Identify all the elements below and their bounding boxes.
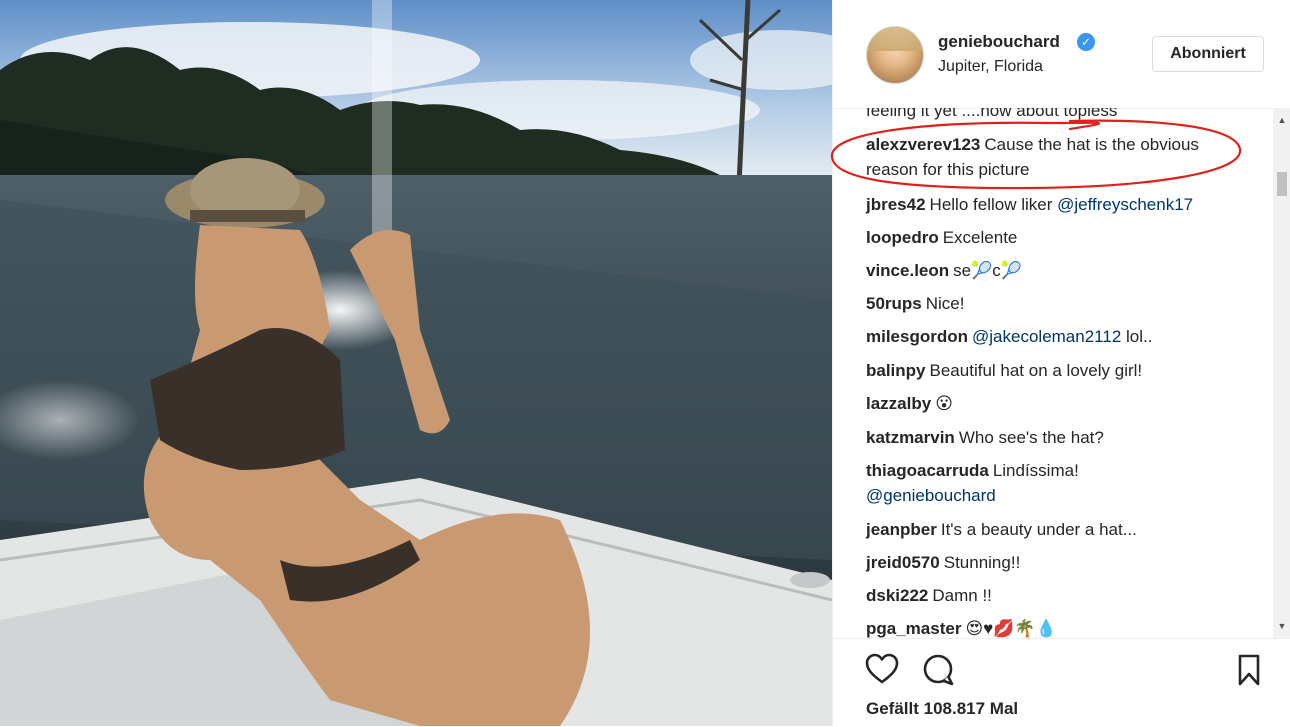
likes-count[interactable]: Gefällt 108.817 Mal — [866, 699, 1018, 719]
comment-item: jreid0570 Stunning!! — [866, 550, 1246, 575]
scroll-thumb[interactable] — [1277, 172, 1287, 196]
comment-text: Lindíssima! — [992, 461, 1079, 480]
username-link[interactable]: geniebouchard — [938, 32, 1060, 52]
comment-username[interactable]: dski222 — [866, 586, 928, 605]
comment-item: thiagoacarruda Lindíssima! @geniebouchard — [866, 458, 1246, 508]
comment-item: vince.leon se🎾c🎾 — [866, 258, 1246, 283]
verified-badge-icon: ✓ — [1077, 33, 1095, 51]
comment-item: dski222 Damn !! — [866, 583, 1246, 608]
comment-item: pga_master 😍♥💋🌴💧 — [866, 616, 1246, 638]
comment-text: Hello fellow liker — [929, 195, 1058, 214]
comment-mention[interactable]: @jeffreyschenk17 — [1057, 195, 1193, 214]
scroll-down-arrow-icon[interactable]: ▼ — [1273, 618, 1290, 634]
comment-item: balinpy Beautiful hat on a lovely girl! — [866, 358, 1246, 383]
comment-text: lol.. — [1121, 327, 1153, 346]
comment-text: Excelente — [942, 228, 1018, 247]
comment-text: Nice! — [925, 294, 965, 313]
post-header: geniebouchard ✓ Jupiter, Florida Abonnie… — [833, 0, 1290, 109]
comment-username[interactable]: jreid0570 — [866, 553, 940, 572]
comment-text: Damn !! — [932, 586, 992, 605]
comment-text: Beautiful hat on a lovely girl! — [929, 361, 1143, 380]
location-link[interactable]: Jupiter, Florida — [938, 58, 1043, 76]
comment-username[interactable]: thiagoacarruda — [866, 461, 989, 480]
post-actions: Gefällt 108.817 Mal — [833, 638, 1290, 727]
comment-item: jbres42 Hello fellow liker @jeffreyschenk… — [866, 192, 1246, 217]
comment-username[interactable]: vince.leon — [866, 261, 949, 280]
comment-list[interactable]: feeling it yet ....how about topless ale… — [833, 108, 1273, 638]
comment-username[interactable]: alexzverev123 — [866, 135, 980, 154]
comment-username[interactable]: 50rups — [866, 294, 922, 313]
comment-username[interactable]: jeanpber — [866, 520, 937, 539]
bookmark-icon[interactable] — [1232, 653, 1266, 687]
comment-username[interactable]: pga_master — [866, 619, 961, 638]
comment-username[interactable]: milesgordon — [866, 327, 968, 346]
comment-username[interactable]: balinpy — [866, 361, 926, 380]
comment-mention[interactable]: @jakecoleman2112 — [972, 327, 1121, 346]
follow-button[interactable]: Abonniert — [1152, 36, 1264, 72]
comment-item: katzmarvin Who see's the hat? — [866, 425, 1246, 450]
comment-item: jeanpber It's a beauty under a hat... — [866, 517, 1246, 542]
comment-username[interactable]: jbres42 — [866, 195, 926, 214]
photo-illustration — [0, 0, 832, 726]
comment-mention[interactable]: @geniebouchard — [866, 486, 996, 505]
comment-text: 😍♥💋🌴💧 — [965, 619, 1057, 638]
comment-item: loopedro Excelente — [866, 225, 1246, 250]
comment-username[interactable]: loopedro — [866, 228, 939, 247]
comment-text: Stunning!! — [943, 553, 1021, 572]
comment-cutoff: feeling it yet ....how about topless — [866, 108, 1118, 120]
post-sidebar: geniebouchard ✓ Jupiter, Florida Abonnie… — [832, 0, 1290, 726]
avatar[interactable] — [866, 26, 924, 84]
avatar-hair — [867, 27, 923, 51]
comment-item: milesgordon @jakecoleman2112 lol.. — [866, 324, 1246, 349]
comments-scrollbar[interactable]: ▲ ▼ — [1273, 108, 1290, 638]
post-photo[interactable] — [0, 0, 832, 726]
comment-text: Who see's the hat? — [958, 428, 1104, 447]
comment-text: se🎾c🎾 — [953, 261, 1022, 280]
comment-item: lazzalby 😮 — [866, 391, 1246, 416]
comment-text: It's a beauty under a hat... — [940, 520, 1137, 539]
heart-icon[interactable] — [865, 653, 899, 687]
comment-username[interactable]: katzmarvin — [866, 428, 955, 447]
comment-text: 😮 — [935, 394, 953, 413]
speech-bubble-icon[interactable] — [921, 653, 955, 687]
scroll-up-arrow-icon[interactable]: ▲ — [1273, 112, 1290, 128]
comment-username[interactable]: lazzalby — [866, 394, 931, 413]
comment-item: alexzverev123 Cause the hat is the obviou… — [866, 132, 1246, 182]
comment-item: 50rups Nice! — [866, 291, 1246, 316]
